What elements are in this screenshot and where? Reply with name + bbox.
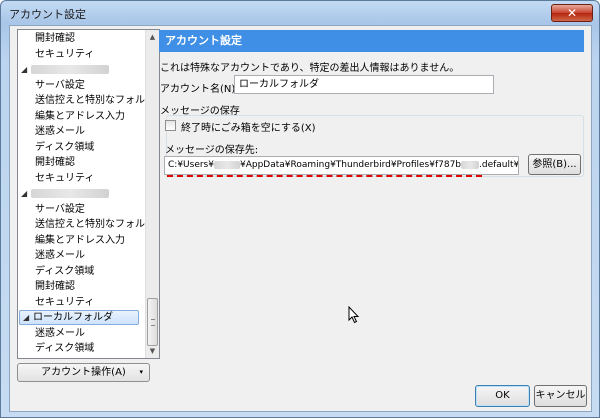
account-tree: 開封確認 セキュリティ ◢ サーバ設定 送信控えと特別なフォルダ 編集とアドレス入力 迷惑メ… xyxy=(17,29,160,359)
tree-item-label: 送信控えと特別なフォルダ xyxy=(35,95,155,106)
tree-item[interactable]: セキュリティ xyxy=(18,171,94,186)
annotation-underline xyxy=(167,175,482,177)
panel-header: アカウント設定 xyxy=(159,30,584,52)
close-icon: ✕ xyxy=(566,6,578,20)
redacted-account-name xyxy=(31,188,109,198)
tree-account[interactable]: ◢ xyxy=(18,186,109,201)
ok-button[interactable]: OK xyxy=(475,385,530,407)
tree-item[interactable]: ディスク領域 xyxy=(18,140,94,155)
account-name-field[interactable]: ローカルフォルダ xyxy=(234,75,494,94)
tree-account[interactable]: ◢ xyxy=(18,62,109,77)
path-suffix: .default¥Mail¥Loc xyxy=(479,160,519,170)
path-middle: ¥AppData¥Roaming¥Thunderbird¥Profiles¥f7… xyxy=(239,160,462,170)
tree-item[interactable]: サーバ設定 xyxy=(18,78,85,93)
grip-icon xyxy=(151,319,155,326)
tree-account-label: 送信 (SMTP) サーバ xyxy=(28,357,119,358)
expand-arrow-icon[interactable]: ◢ xyxy=(21,186,31,201)
path-prefix: C:¥Users¥ xyxy=(168,160,214,170)
tree-item[interactable]: 開封確認 xyxy=(18,155,75,170)
empty-trash-label[interactable]: 終了時にごみ箱を空にする(X) xyxy=(181,119,316,134)
tree-item-label: 開封確認 xyxy=(35,33,75,44)
scroll-thumb[interactable] xyxy=(147,298,158,346)
tree-item[interactable]: ディスク領域 xyxy=(18,264,94,279)
tree-item-label: 迷惑メール xyxy=(35,250,85,261)
tree-item[interactable]: 迷惑メール xyxy=(18,124,85,139)
tree-item-label: サーバ設定 xyxy=(35,80,85,91)
browse-button[interactable]: 参照(B)... xyxy=(528,154,581,175)
close-button[interactable]: ✕ xyxy=(551,4,593,22)
tree-item[interactable]: 開封確認 xyxy=(18,31,75,46)
tree-item[interactable]: 開封確認 xyxy=(18,279,75,294)
account-name-label: アカウント名(N): xyxy=(160,84,239,95)
dropdown-arrow-icon: ▾ xyxy=(139,368,143,376)
tree-item-label: 迷惑メール xyxy=(35,126,85,137)
cancel-button[interactable]: キャンセル xyxy=(534,385,587,407)
tree-item[interactable]: 編集とアドレス入力 xyxy=(18,233,125,248)
tree-item-label: セキュリティ xyxy=(35,173,95,184)
storage-path-label: メッセージの保存先: xyxy=(165,145,259,156)
expand-arrow-icon[interactable]: ◢ xyxy=(21,62,31,77)
redacted-username xyxy=(213,160,240,169)
tree-item[interactable]: セキュリティ xyxy=(18,47,94,62)
empty-trash-checkbox[interactable] xyxy=(165,120,176,131)
account-description: これは特殊なアカウントであり、特定の差出人情報はありません。 xyxy=(160,63,460,74)
tree-item[interactable]: 送信控えと特別なフォルダ xyxy=(18,93,155,108)
scroll-up-icon[interactable]: ▲ xyxy=(146,30,159,44)
tree-item-label: セキュリティ xyxy=(35,49,95,60)
tree-item-label: 開封確認 xyxy=(35,281,75,292)
storage-path-field[interactable]: C:¥Users¥ ¥AppData¥Roaming¥Thunderbird¥Pr… xyxy=(164,156,519,175)
tree-item[interactable]: サーバ設定 xyxy=(18,202,85,217)
redacted-account-name xyxy=(31,64,109,74)
redacted-profile-id xyxy=(461,160,480,169)
tree-account-label: ローカルフォルダ xyxy=(33,312,113,323)
account-settings-window: アカウント設定 ✕ 開封確認 セキュリティ ◢ サーバ設定 送信控えと特別なフォルダ 編集… xyxy=(0,0,600,418)
account-actions-label: アカウント操作(A) xyxy=(41,367,126,378)
tree-item-label: サーバ設定 xyxy=(35,204,85,215)
account-actions-button[interactable]: アカウント操作(A) ▾ xyxy=(17,363,150,382)
tree-item-label: 編集とアドレス入力 xyxy=(35,111,125,122)
tree-item-label: 送信控えと特別なフォルダ xyxy=(35,219,155,230)
tree-account-local-folders[interactable]: ◢ ローカルフォルダ xyxy=(19,310,139,325)
dialog-client: 開封確認 セキュリティ ◢ サーバ設定 送信控えと特別なフォルダ 編集とアドレス入力 迷惑メ… xyxy=(9,25,592,412)
mouse-cursor-icon xyxy=(348,306,360,324)
tree-item[interactable]: 送信控えと特別なフォルダ xyxy=(18,217,155,232)
tree-item-label: ディスク領域 xyxy=(35,343,95,354)
tree-item[interactable]: セキュリティ xyxy=(18,295,94,310)
tree-scrollbar[interactable]: ▲ ▼ xyxy=(145,30,159,358)
tree-item-label: 迷惑メール xyxy=(35,328,85,339)
tree-item[interactable]: 迷惑メール xyxy=(18,248,85,263)
tree-item[interactable]: 迷惑メール xyxy=(18,326,85,341)
window-title: アカウント設定 xyxy=(9,8,86,21)
tree-item-label: ディスク領域 xyxy=(35,142,95,153)
tree-item[interactable]: ディスク領域 xyxy=(18,341,94,356)
tree-item-label: セキュリティ xyxy=(35,297,95,308)
tree-item[interactable]: 編集とアドレス入力 xyxy=(18,109,125,124)
tree-account[interactable]: 送信 (SMTP) サーバ xyxy=(18,357,119,358)
tree-item-label: 開封確認 xyxy=(35,157,75,168)
title-bar[interactable]: アカウント設定 ✕ xyxy=(1,1,599,25)
scroll-down-icon[interactable]: ▼ xyxy=(146,344,159,358)
tree-item-label: ディスク領域 xyxy=(35,266,95,277)
tree-item-label: 編集とアドレス入力 xyxy=(35,235,125,246)
expand-arrow-icon[interactable]: ◢ xyxy=(23,311,33,324)
